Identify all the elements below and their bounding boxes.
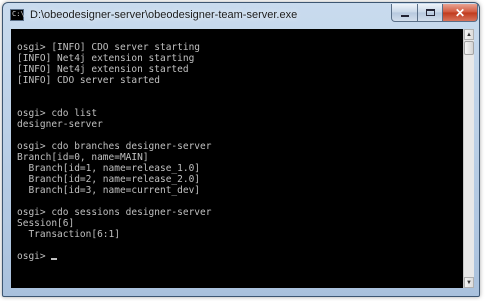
- console-line: Session[6]: [17, 218, 75, 229]
- maximize-button[interactable]: [417, 4, 443, 22]
- vertical-scrollbar[interactable]: ▲ ▼: [463, 29, 474, 288]
- scroll-up-button[interactable]: ▲: [464, 29, 474, 40]
- console-line: [INFO] Net4j extension started: [17, 64, 189, 75]
- minimize-button[interactable]: [391, 4, 418, 22]
- console-prompt-line: osgi>: [17, 251, 211, 262]
- console-window: C:\ D:\obeodesigner-server\obeodesigner-…: [2, 2, 480, 297]
- console-line: osgi> [INFO] CDO server starting: [17, 42, 201, 53]
- arrow-down-icon: ▼: [466, 279, 472, 286]
- scrollbar-thumb[interactable]: [464, 41, 474, 55]
- scroll-down-button[interactable]: ▼: [464, 277, 474, 288]
- console-line: osgi> cdo sessions designer-server: [17, 207, 212, 218]
- console-line: osgi> cdo branches designer-server: [17, 141, 212, 152]
- maximize-icon: [425, 9, 435, 16]
- close-button[interactable]: ✕: [442, 4, 478, 22]
- text-cursor: [51, 258, 58, 260]
- close-icon: ✕: [454, 5, 466, 20]
- console-line: Branch[id=1, name=release_1.0]: [17, 163, 201, 174]
- arrow-up-icon: ▲: [466, 31, 472, 38]
- console-line: Transaction[6:1]: [17, 229, 120, 240]
- window-title: D:\obeodesigner-server\obeodesigner-team…: [30, 9, 298, 21]
- console-line: designer-server: [17, 119, 103, 130]
- console-line: osgi> cdo list: [17, 108, 98, 119]
- console-line: [INFO] Net4j extension starting: [17, 53, 195, 64]
- console-lines: osgi> [INFO] CDO server starting [INFO] N…: [17, 42, 211, 262]
- console-line: Branch[id=3, name=current_dev]: [17, 185, 201, 196]
- console-line: [INFO] CDO server started: [17, 75, 160, 86]
- minimize-icon: [400, 14, 409, 17]
- console-line: Branch[id=2, name=release_2.0]: [17, 174, 201, 185]
- console-icon[interactable]: C:\: [10, 9, 25, 21]
- title-bar[interactable]: C:\ D:\obeodesigner-server\obeodesigner-…: [3, 3, 479, 29]
- console-output[interactable]: osgi> [INFO] CDO server starting [INFO] N…: [11, 29, 463, 288]
- console-line: Branch[id=0, name=MAIN]: [17, 152, 149, 163]
